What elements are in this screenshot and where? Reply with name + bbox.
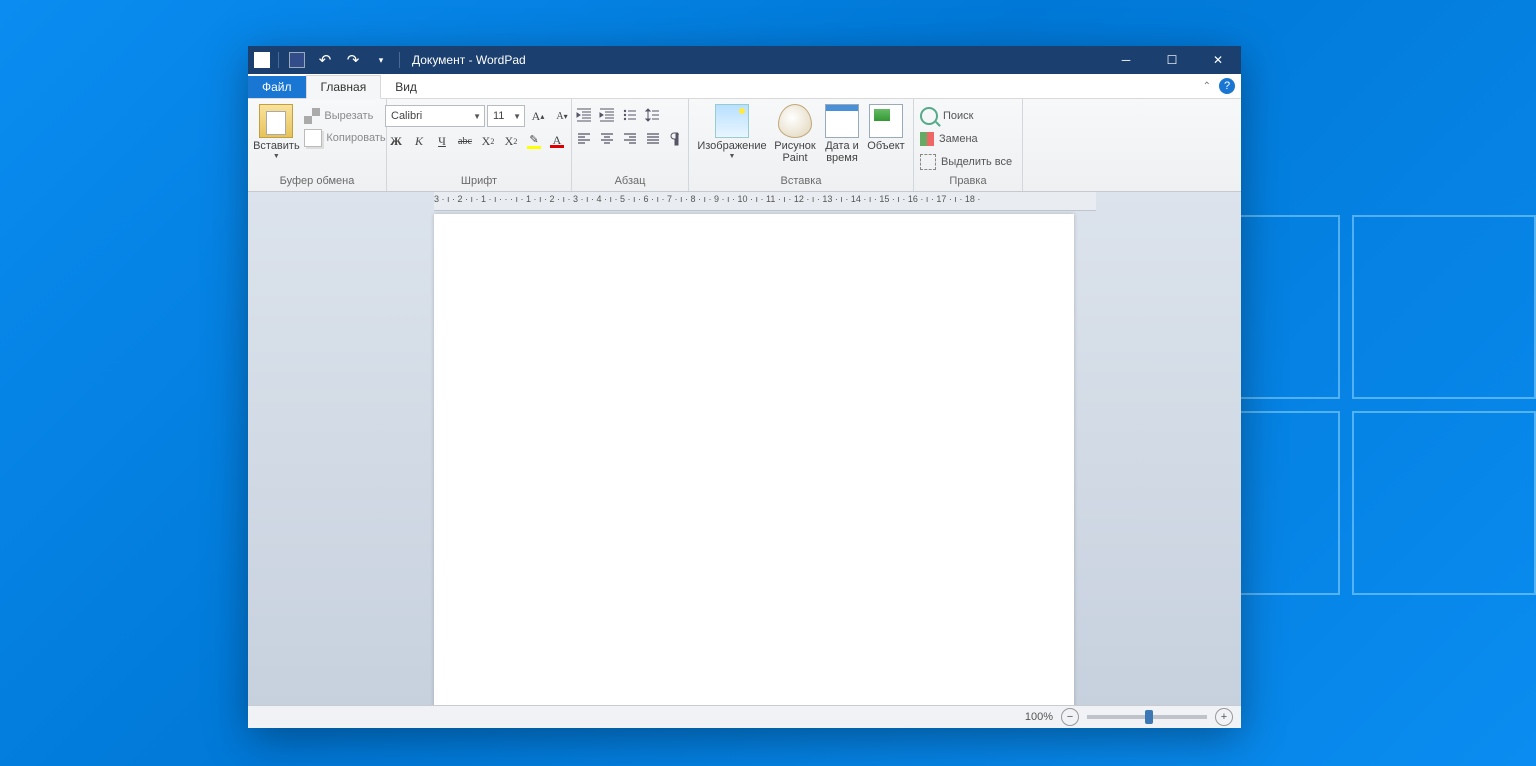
font-size-combo[interactable]: 11▼ [487,105,525,127]
shrink-font-button[interactable]: A▾ [551,106,573,126]
font-color-button[interactable]: A [546,131,568,151]
select-all-icon [920,154,936,170]
marker-icon: ✎ [529,133,538,146]
group-paragraph: Абзац [572,99,689,191]
help-icon[interactable]: ? [1219,78,1235,94]
copy-button[interactable]: Копировать [304,128,385,148]
ribbon: Вставить ▼ Вырезать Копировать Буфер обм… [248,99,1241,192]
calendar-icon [825,104,859,138]
increase-indent-button[interactable] [596,105,618,125]
document-page[interactable] [434,214,1074,705]
image-icon [715,104,749,138]
group-editing: Поиск Замена Выделить все Правка [914,99,1023,191]
cut-button[interactable]: Вырезать [304,106,385,126]
group-insert: Изображение▼ Рисунок Paint Дата и время … [689,99,914,191]
copy-icon [304,129,322,147]
font-name-combo[interactable]: Calibri▼ [385,105,485,127]
close-button[interactable]: ✕ [1195,46,1241,74]
align-right-button[interactable] [619,129,641,149]
quick-access-toolbar: ↶ ↷ ▾ [248,50,406,70]
ribbon-tabs: Файл Главная Вид ⌃ ? [248,74,1241,99]
title-bar[interactable]: ↶ ↷ ▾ Документ - WordPad ─ ☐ ✕ [248,46,1241,74]
bullets-button[interactable] [619,105,641,125]
group-font: Calibri▼ 11▼ A▴ A▾ Ж К Ч abc X2 X2 ✎ A Ш… [387,99,572,191]
zoom-level: 100% [1025,711,1053,723]
align-center-button[interactable] [596,129,618,149]
highlight-button[interactable]: ✎ [523,131,545,151]
bold-button[interactable]: Ж [385,131,407,151]
object-icon [869,104,903,138]
minimize-button[interactable]: ─ [1103,46,1149,74]
insert-paint-button[interactable]: Рисунок Paint [771,102,819,164]
collapse-ribbon-icon[interactable]: ⌃ [1203,81,1211,92]
wordpad-window: ↶ ↷ ▾ Документ - WordPad ─ ☐ ✕ Файл Глав… [248,46,1241,728]
replace-button[interactable]: Замена [920,129,978,149]
paste-button[interactable]: Вставить ▼ [248,102,304,160]
tab-file[interactable]: Файл [248,76,306,98]
insert-object-button[interactable]: Объект [865,102,907,152]
italic-button[interactable]: К [408,131,430,151]
maximize-button[interactable]: ☐ [1149,46,1195,74]
tab-view[interactable]: Вид [381,76,431,98]
underline-button[interactable]: Ч [431,131,453,151]
tab-home[interactable]: Главная [306,75,382,99]
find-button[interactable]: Поиск [920,106,973,126]
zoom-slider[interactable] [1087,715,1207,719]
select-all-button[interactable]: Выделить все [920,152,1012,172]
superscript-button[interactable]: X2 [500,131,522,151]
search-icon [920,107,938,125]
qat-redo-button[interactable]: ↷ [343,50,363,70]
paragraph-dialog-button[interactable] [665,129,687,149]
zoom-in-button[interactable]: + [1215,708,1233,726]
insert-datetime-button[interactable]: Дата и время [821,102,863,164]
strike-button[interactable]: abc [454,131,476,151]
app-icon [254,52,270,68]
subscript-button[interactable]: X2 [477,131,499,151]
document-area: 3 · ı · 2 · ı · 1 · ı · · · ı · 1 · ı · … [248,192,1241,705]
status-bar: 100% − + [248,705,1241,728]
qat-save-button[interactable] [287,50,307,70]
scissors-icon [304,108,320,124]
qat-customize[interactable]: ▾ [371,50,391,70]
line-spacing-button[interactable] [642,105,664,125]
zoom-out-button[interactable]: − [1061,708,1079,726]
grow-font-button[interactable]: A▴ [527,106,549,126]
align-left-button[interactable] [573,129,595,149]
palette-icon [778,104,812,138]
decrease-indent-button[interactable] [573,105,595,125]
replace-icon [920,132,934,146]
horizontal-ruler[interactable]: 3 · ı · 2 · ı · 1 · ı · · · ı · 1 · ı · … [434,192,1096,211]
justify-button[interactable] [642,129,664,149]
insert-image-button[interactable]: Изображение▼ [695,102,769,160]
qat-undo-button[interactable]: ↶ [315,50,335,70]
group-clipboard: Вставить ▼ Вырезать Копировать Буфер обм… [248,99,387,191]
window-title: Документ - WordPad [406,53,1103,67]
